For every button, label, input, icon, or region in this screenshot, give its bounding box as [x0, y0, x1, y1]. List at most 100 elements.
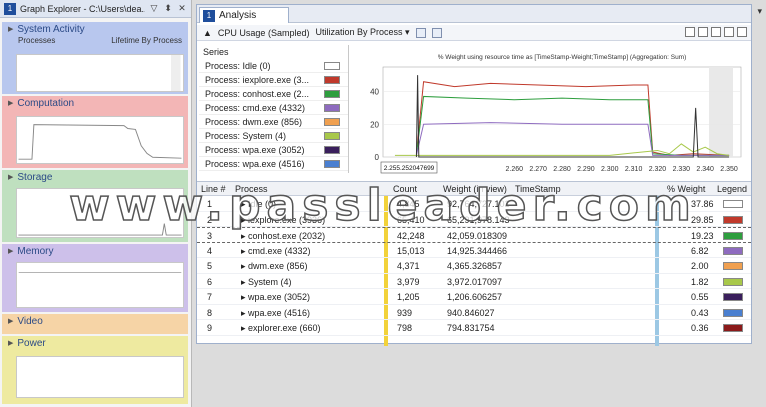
legend-swatch — [723, 324, 743, 332]
series-item[interactable]: Process: iexplore.exe (3... — [199, 73, 348, 87]
category-label: System Activity — [17, 23, 85, 35]
cell-process: ▸ conhost.exe (2032) — [241, 231, 326, 241]
table-row[interactable]: 5 ▸ dwm.exe (856) 4,371 4,365.326857 2.00 — [197, 258, 751, 274]
col-line[interactable]: Line # — [201, 184, 226, 194]
tab-analysis[interactable]: 1 Analysis — [199, 7, 289, 23]
graph-thumbnail[interactable] — [16, 54, 184, 92]
legend-swatch — [723, 293, 743, 301]
cell-weight: 3,972.017097 — [447, 276, 503, 287]
cell-line: 3 — [207, 231, 213, 241]
category-system-activity[interactable]: ▶ System Activity Processes Lifetime By Pr… — [2, 22, 188, 94]
table-row[interactable]: 2 ▸ iexplore.exe (3936) 65,410 65,291,978.1… — [197, 212, 751, 227]
series-item[interactable]: Process: conhost.exe (2... — [199, 87, 348, 101]
col-legend[interactable]: Legend — [717, 184, 747, 194]
cell-weight: 14,925.344466 — [447, 245, 508, 256]
x-tick-label: 2.320 — [649, 166, 667, 173]
cpu-usage-chart[interactable]: % Weight using resource time as [TimeSta… — [353, 45, 749, 181]
display-table-only-icon[interactable] — [711, 27, 721, 37]
series-label: Process: iexplore.exe (3... — [205, 74, 310, 85]
graph-thumb-label-lifetime[interactable]: Lifetime By Process — [111, 36, 182, 45]
graph-thumbnail[interactable] — [16, 188, 184, 238]
x-readout: 2.255.252047699 — [384, 165, 435, 172]
category-memory[interactable]: ▶ Memory — [2, 244, 188, 312]
cell-count: 798 — [397, 323, 413, 333]
expand-arrow-icon[interactable]: ▶ — [8, 247, 13, 255]
series-swatch — [324, 145, 340, 154]
cell-weight: 794.831754 — [447, 323, 495, 333]
legend-swatch — [723, 262, 743, 270]
series-item[interactable]: Process: wpa.exe (3052) — [199, 143, 348, 157]
table-row[interactable]: 1 ▸ Idle (0) 4,845 92,764,727.101 37.86 — [197, 196, 751, 212]
preset-dropdown[interactable]: Utilization By Process ▾ — [315, 27, 409, 38]
cell-pct-weight: 1.82 — [691, 276, 709, 287]
series-item[interactable]: Process: dwm.exe (856) — [199, 115, 348, 129]
series-item[interactable]: Process: cmd.exe (4332) — [199, 101, 348, 115]
table-row[interactable]: 4 ▸ cmd.exe (4332) 15,013 14,925.344466 6.82 — [197, 243, 751, 258]
cell-process: ▸ cmd.exe (4332) — [241, 245, 311, 256]
series-label: Process: System (4) — [205, 130, 287, 141]
maximize-icon[interactable] — [724, 27, 734, 37]
graph-thumbnail[interactable] — [16, 262, 184, 308]
settings-icon[interactable] — [415, 27, 426, 38]
cell-line: 5 — [207, 261, 213, 271]
cell-count: 4,845 — [397, 199, 420, 209]
analysis-window: 1 Analysis ▲ CPU Usage (Sampled) Utiliza… — [196, 4, 752, 346]
table-row[interactable]: 8 ▸ wpa.exe (4516) 939 940.846027 0.43 — [197, 305, 751, 320]
pin-icon[interactable]: ⬍ — [163, 3, 173, 14]
selection-region[interactable] — [709, 67, 733, 157]
expand-arrow-icon[interactable]: ▶ — [8, 173, 13, 181]
expand-arrow-icon[interactable]: ▶ — [8, 339, 13, 347]
cell-pct-weight: 0.55 — [691, 292, 709, 302]
series-label: Process: dwm.exe (856) — [205, 116, 303, 127]
series-swatch — [324, 61, 340, 70]
cell-process: ▸ System (4) — [241, 276, 292, 287]
graph-thumb-label-processes[interactable]: Processes — [18, 36, 55, 45]
tab-label: Analysis — [219, 10, 257, 21]
category-video[interactable]: ▶ Video — [2, 314, 188, 334]
display-graph-and-table-icon[interactable] — [685, 27, 695, 37]
expand-arrow-icon[interactable]: ▶ — [8, 99, 13, 107]
close-icon[interactable] — [737, 27, 747, 37]
display-graph-only-icon[interactable] — [698, 27, 708, 37]
chart-title: % Weight using resource time as [TimeSta… — [438, 54, 687, 61]
col-pct-weight[interactable]: % Weight — [667, 184, 705, 194]
dropdown-marker-icon[interactable]: ▾ — [757, 6, 762, 17]
cell-pct-weight: 6.82 — [691, 245, 709, 256]
table-row[interactable]: 6 ▸ System (4) 3,979 3,972.017097 1.82 — [197, 274, 751, 289]
collapse-icon[interactable]: ▲ — [203, 28, 212, 38]
category-power[interactable]: ▶ Power — [2, 336, 188, 404]
legend-swatch — [723, 200, 743, 208]
x-tick-label: 2.340 — [696, 166, 714, 173]
cell-pct-weight: 37.86 — [691, 199, 714, 209]
x-tick-label: 2.310 — [625, 166, 643, 173]
category-label: Power — [17, 337, 46, 349]
graph-thumbnail[interactable] — [16, 356, 184, 398]
expand-arrow-icon[interactable]: ▶ — [8, 317, 13, 325]
graph-thumbnail[interactable] — [16, 116, 184, 164]
series-item[interactable]: Process: wpa.exe (4516) — [199, 157, 348, 171]
col-process[interactable]: Process — [235, 184, 268, 194]
cell-count: 939 — [397, 307, 413, 318]
dropdown-icon[interactable]: ▽ — [149, 3, 159, 14]
series-item[interactable]: Process: Idle (0) — [199, 59, 348, 73]
cell-process: ▸ Idle (0) — [241, 199, 277, 209]
category-storage[interactable]: ▶ Storage — [2, 170, 188, 242]
cell-process: ▸ wpa.exe (3052) — [241, 292, 311, 302]
cell-weight: 940.846027 — [447, 307, 495, 318]
table-row[interactable]: 3 ▸ conhost.exe (2032) 42,248 42,059.018309… — [197, 227, 751, 243]
expand-arrow-icon[interactable]: ▶ — [8, 25, 13, 33]
col-count[interactable]: Count — [393, 184, 417, 194]
close-icon[interactable]: ✕ — [177, 3, 187, 14]
series-toggle-icon[interactable] — [431, 27, 442, 38]
series-item[interactable]: Process: System (4) — [199, 129, 348, 143]
legend-swatch — [723, 215, 743, 224]
table-row[interactable]: 7 ▸ wpa.exe (3052) 1,205 1,206.606257 0.55 — [197, 289, 751, 305]
category-computation[interactable]: ▶ Computation — [2, 96, 188, 168]
graph-explorer-badge: 1 — [4, 2, 16, 15]
col-timestamp[interactable]: TimeStamp — [515, 184, 561, 194]
table-row[interactable]: 9 ▸ explorer.exe (660) 798 794.831754 0.36 — [197, 320, 751, 336]
legend-swatch — [723, 277, 743, 286]
col-weight[interactable]: Weight (in view) — [443, 184, 507, 194]
plot-area[interactable] — [382, 66, 742, 158]
category-label: Computation — [17, 97, 75, 109]
